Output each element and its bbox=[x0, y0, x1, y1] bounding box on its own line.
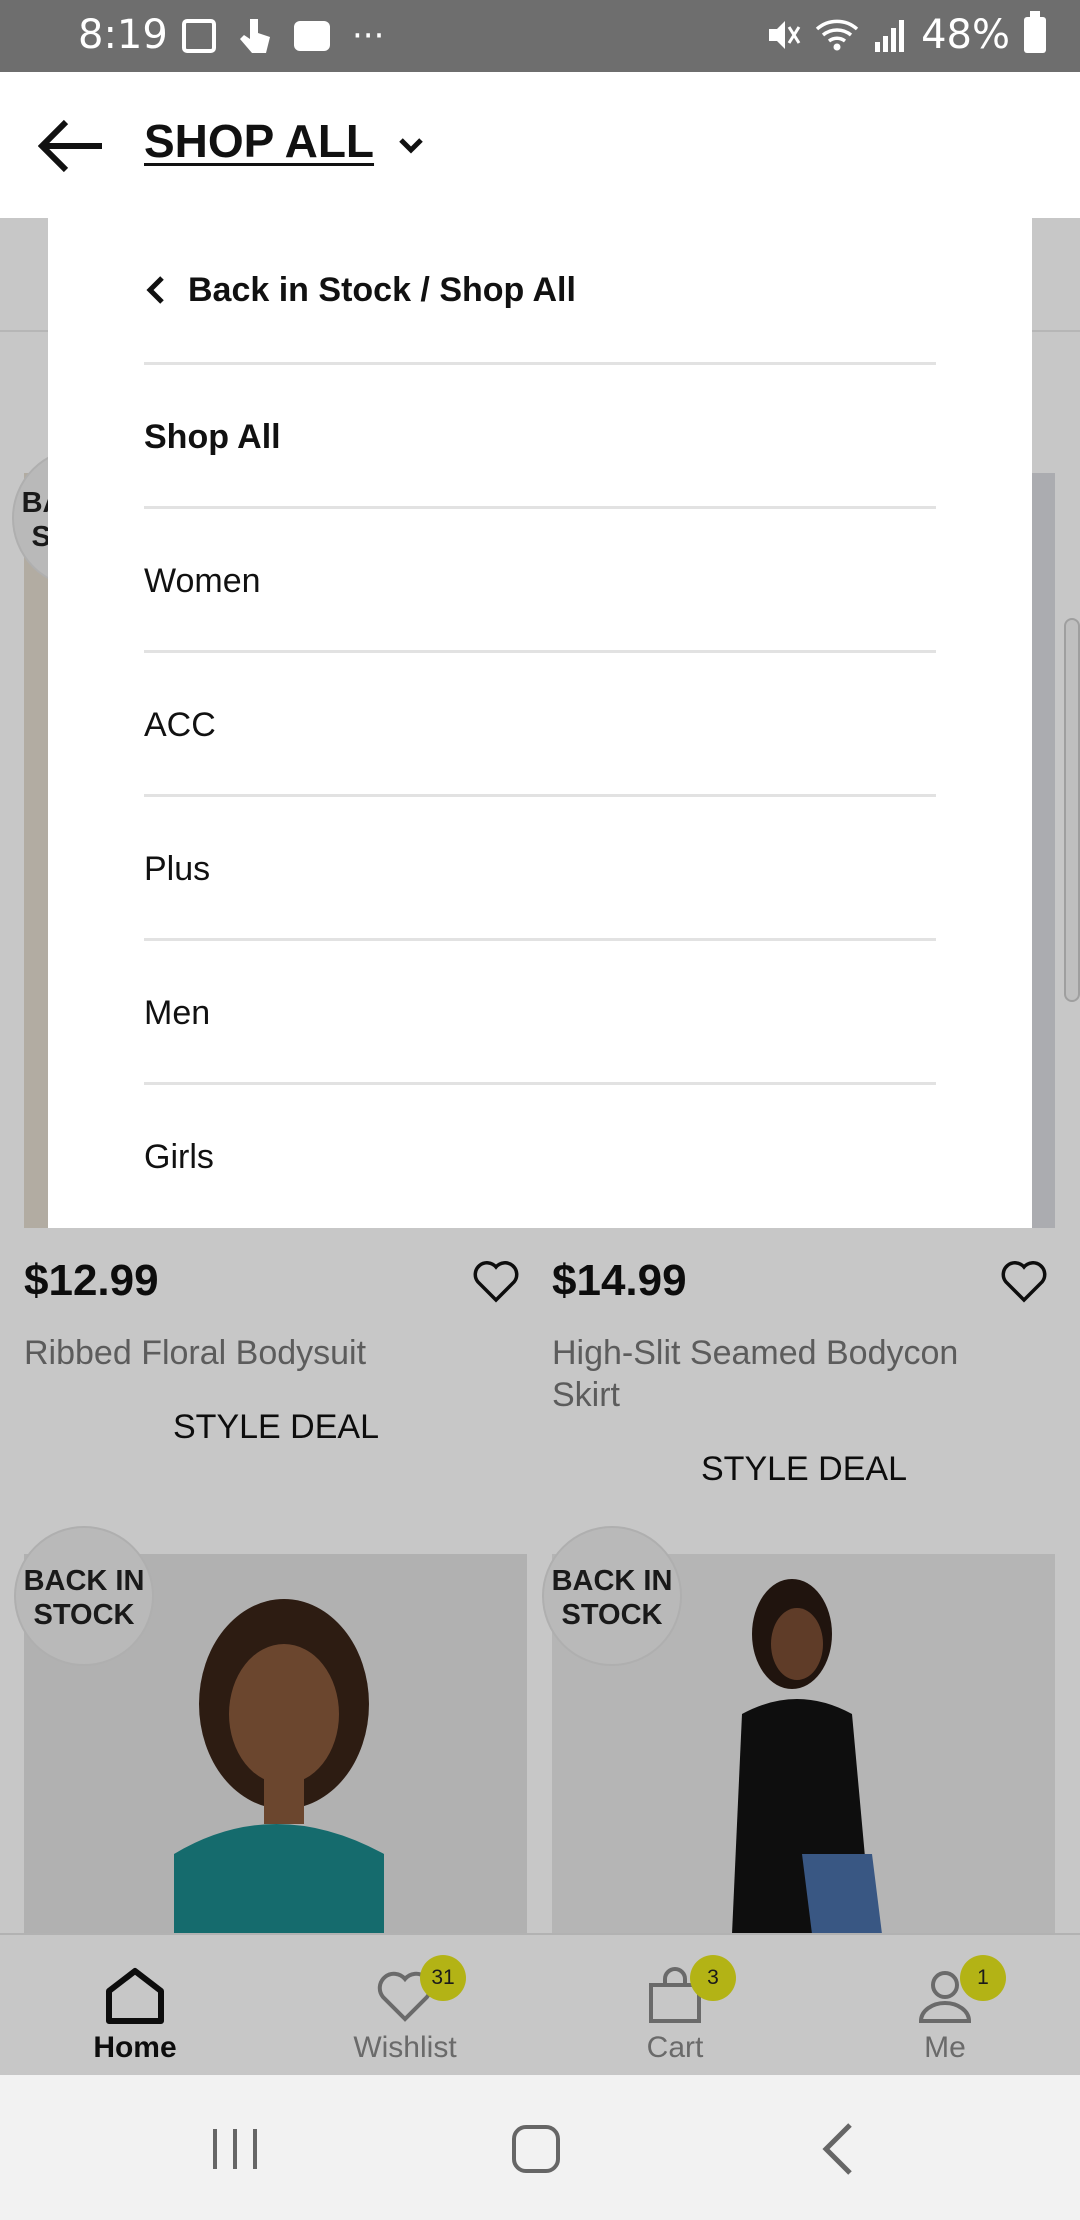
system-back-icon[interactable] bbox=[810, 2119, 870, 2179]
dropdown-back-link[interactable]: Back in Stock / Shop All bbox=[144, 270, 576, 310]
chevron-down-icon[interactable] bbox=[396, 130, 426, 160]
more-notifications: ··· bbox=[352, 16, 385, 56]
home-button-icon[interactable] bbox=[506, 2119, 566, 2179]
page-title[interactable]: SHOP ALL bbox=[144, 114, 374, 168]
app-header: SHOP ALL bbox=[0, 72, 1080, 220]
touch-icon bbox=[240, 19, 270, 53]
divider bbox=[144, 650, 936, 653]
back-arrow-icon[interactable] bbox=[38, 116, 104, 176]
divider bbox=[144, 362, 936, 365]
category-item-plus[interactable]: Plus bbox=[144, 798, 936, 941]
battery-icon bbox=[1024, 11, 1046, 53]
category-item-girls[interactable]: Girls bbox=[144, 1086, 936, 1229]
dropdown-back-label: Back in Stock / Shop All bbox=[188, 270, 576, 309]
message-icon bbox=[294, 21, 330, 51]
category-item-shop-all[interactable]: Shop All bbox=[144, 366, 936, 509]
divider bbox=[144, 938, 936, 941]
recent-apps-icon[interactable] bbox=[205, 2119, 265, 2179]
notification-icons: ··· bbox=[182, 16, 384, 56]
status-time: 8:19 bbox=[78, 12, 168, 58]
chevron-left-icon bbox=[146, 276, 164, 304]
system-nav-bar bbox=[0, 2075, 1080, 2220]
status-bar: 8:19 ··· 48% bbox=[0, 0, 1080, 72]
signal-icon bbox=[875, 20, 905, 52]
category-item-acc[interactable]: ACC bbox=[144, 654, 936, 797]
system-icons: 48% bbox=[765, 11, 1046, 58]
divider bbox=[144, 1082, 936, 1085]
gallery-icon bbox=[182, 19, 216, 53]
category-item-women[interactable]: Women bbox=[144, 510, 936, 653]
battery-percent: 48% bbox=[921, 12, 1010, 58]
divider bbox=[144, 506, 936, 509]
wifi-icon bbox=[815, 19, 859, 51]
category-dropdown: Back in Stock / Shop All Shop All Women … bbox=[48, 218, 1032, 1228]
category-item-men[interactable]: Men bbox=[144, 942, 936, 1085]
mute-icon bbox=[769, 21, 801, 49]
divider bbox=[144, 794, 936, 797]
